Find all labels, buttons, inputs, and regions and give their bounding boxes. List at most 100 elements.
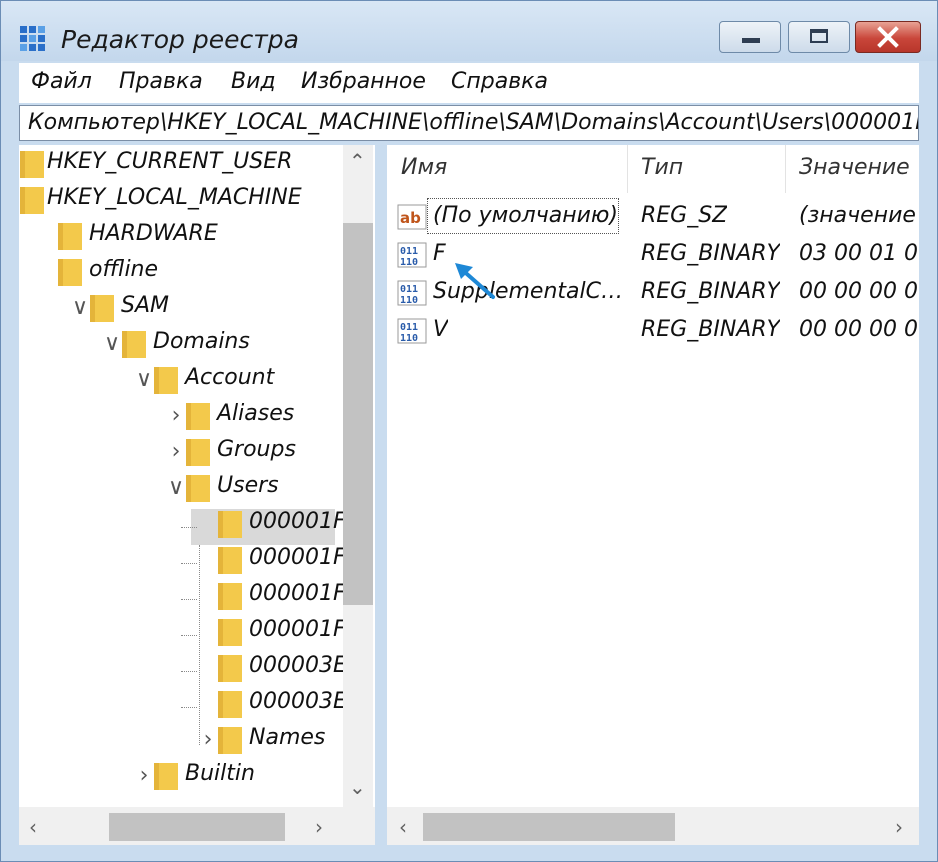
svg-text:ab: ab xyxy=(400,209,421,227)
ab-string-icon: ab xyxy=(397,204,427,230)
values-pane: Имя Тип Значение ab (По умолчанию) REG_SZ(… xyxy=(387,145,919,845)
value-type: REG_BINARY xyxy=(641,317,781,342)
binary-icon: 011110 xyxy=(397,242,427,268)
menu-help[interactable]: Справка xyxy=(451,69,548,94)
address-path: Компьютер\HKEY_LOCAL_MACHINE\offline\SAM… xyxy=(28,110,919,135)
value-data: 00 00 00 00 xyxy=(799,317,917,342)
svg-text:110: 110 xyxy=(400,257,418,268)
tree-horizontal-scroll-thumb[interactable] xyxy=(109,813,285,841)
scroll-right-icon[interactable]: › xyxy=(895,815,903,839)
tree-connector-line xyxy=(199,545,200,745)
folder-icon xyxy=(218,619,242,646)
menu-favorites[interactable]: Избранное xyxy=(301,69,426,94)
binary-icon: 011110 xyxy=(397,318,427,344)
tree-node-label: Aliases xyxy=(217,401,295,426)
close-icon xyxy=(877,26,899,48)
tree-node-label: HKEY_CURRENT_USER xyxy=(47,149,293,174)
menu-edit[interactable]: Правка xyxy=(119,69,203,94)
minimize-icon xyxy=(742,38,760,43)
tree-node-label: Groups xyxy=(217,437,296,462)
svg-text:110: 110 xyxy=(400,295,418,306)
folder-icon xyxy=(186,475,210,502)
collapse-chevron-icon[interactable]: › xyxy=(165,403,187,428)
tree-node-label: Names xyxy=(249,725,326,750)
folder-icon xyxy=(122,331,146,358)
value-data: (значение не присвоено) xyxy=(799,203,917,228)
tree-connector-line xyxy=(181,671,197,672)
tree-node-label: Users xyxy=(217,473,279,498)
column-separator[interactable] xyxy=(785,145,786,193)
expand-chevron-icon[interactable]: ∨ xyxy=(165,475,187,500)
tree-vertical-scroll-thumb[interactable] xyxy=(343,223,373,605)
window-title: Редактор реестра xyxy=(61,25,299,54)
folder-icon xyxy=(218,727,242,754)
tree-node-label: Domains xyxy=(153,329,250,354)
collapse-chevron-icon[interactable]: › xyxy=(197,727,219,752)
svg-text:011: 011 xyxy=(400,246,418,257)
expand-chevron-icon[interactable]: ∨ xyxy=(133,367,155,392)
svg-text:011: 011 xyxy=(400,284,418,295)
value-type: REG_BINARY xyxy=(641,241,781,266)
tree-node-label: offline xyxy=(89,257,159,282)
scroll-right-icon[interactable]: › xyxy=(315,815,323,839)
tree-node-label: HARDWARE xyxy=(89,221,218,246)
menu-bar: Файл Правка Вид Избранное Справка xyxy=(19,63,919,103)
value-data: 03 00 01 00 xyxy=(799,241,917,266)
folder-icon xyxy=(186,403,210,430)
svg-text:011: 011 xyxy=(400,322,418,333)
tree-connector-line xyxy=(181,563,197,564)
tree-connector-line xyxy=(181,635,197,636)
address-bar[interactable]: Компьютер\HKEY_LOCAL_MACHINE\offline\SAM… xyxy=(19,105,919,141)
collapse-chevron-icon[interactable]: › xyxy=(133,763,155,788)
folder-icon xyxy=(218,691,242,718)
folder-icon xyxy=(218,511,242,538)
close-button[interactable] xyxy=(855,21,921,53)
folder-icon xyxy=(218,547,242,574)
folder-icon xyxy=(20,187,44,214)
folder-icon xyxy=(58,259,82,286)
scroll-up-icon[interactable]: ⌃ xyxy=(349,149,366,173)
title-bar[interactable]: Редактор реестра xyxy=(1,1,937,61)
maximize-button[interactable] xyxy=(788,21,850,53)
folder-icon xyxy=(218,655,242,682)
folder-icon xyxy=(90,295,114,322)
folder-icon xyxy=(218,583,242,610)
tree-node-label: SAM xyxy=(121,293,169,318)
tree-node-label: Account xyxy=(185,365,275,390)
tree-connector-line xyxy=(181,599,197,600)
registry-editor-window: Редактор реестра Файл Правка Вид Избранн… xyxy=(0,0,938,862)
tree-pane: HKEY_CURRENT_USER HKEY_LOCAL_MACHINE HARDW… xyxy=(19,145,375,845)
svg-text:110: 110 xyxy=(400,333,418,344)
folder-icon xyxy=(154,763,178,790)
value-name: V xyxy=(433,317,449,342)
pointer-arrow-annotation xyxy=(455,263,495,299)
value-data: 00 00 00 00 xyxy=(799,279,917,304)
folder-icon xyxy=(58,223,82,250)
collapse-chevron-icon[interactable]: › xyxy=(165,439,187,464)
folder-icon xyxy=(20,151,44,178)
column-header-type[interactable]: Тип xyxy=(641,155,683,180)
regedit-app-icon xyxy=(20,26,45,51)
minimize-button[interactable] xyxy=(719,21,781,53)
value-type: REG_SZ xyxy=(641,203,728,228)
expand-chevron-icon[interactable]: ∨ xyxy=(69,295,91,320)
expand-chevron-icon[interactable]: ∨ xyxy=(101,331,123,356)
maximize-icon xyxy=(810,29,828,43)
menu-file[interactable]: Файл xyxy=(31,69,92,94)
values-horizontal-scroll-thumb[interactable] xyxy=(423,813,675,841)
folder-icon xyxy=(186,439,210,466)
value-row[interactable]: 011110VREG_BINARY00 00 00 00 xyxy=(387,313,919,349)
scroll-left-icon[interactable]: ‹ xyxy=(29,815,37,839)
tree-node-label: HKEY_LOCAL_MACHINE xyxy=(47,185,302,210)
tree-node-label: Builtin xyxy=(185,761,255,786)
value-name: F xyxy=(433,241,446,266)
scroll-left-icon[interactable]: ‹ xyxy=(399,815,407,839)
tree-connector-line xyxy=(181,527,197,528)
column-header-name[interactable]: Имя xyxy=(401,155,447,180)
column-header-value[interactable]: Значение xyxy=(799,155,910,180)
menu-view[interactable]: Вид xyxy=(231,69,276,94)
value-type: REG_BINARY xyxy=(641,279,781,304)
column-separator[interactable] xyxy=(627,145,628,193)
focus-rectangle xyxy=(427,198,619,234)
scroll-down-icon[interactable]: ⌄ xyxy=(349,775,366,799)
